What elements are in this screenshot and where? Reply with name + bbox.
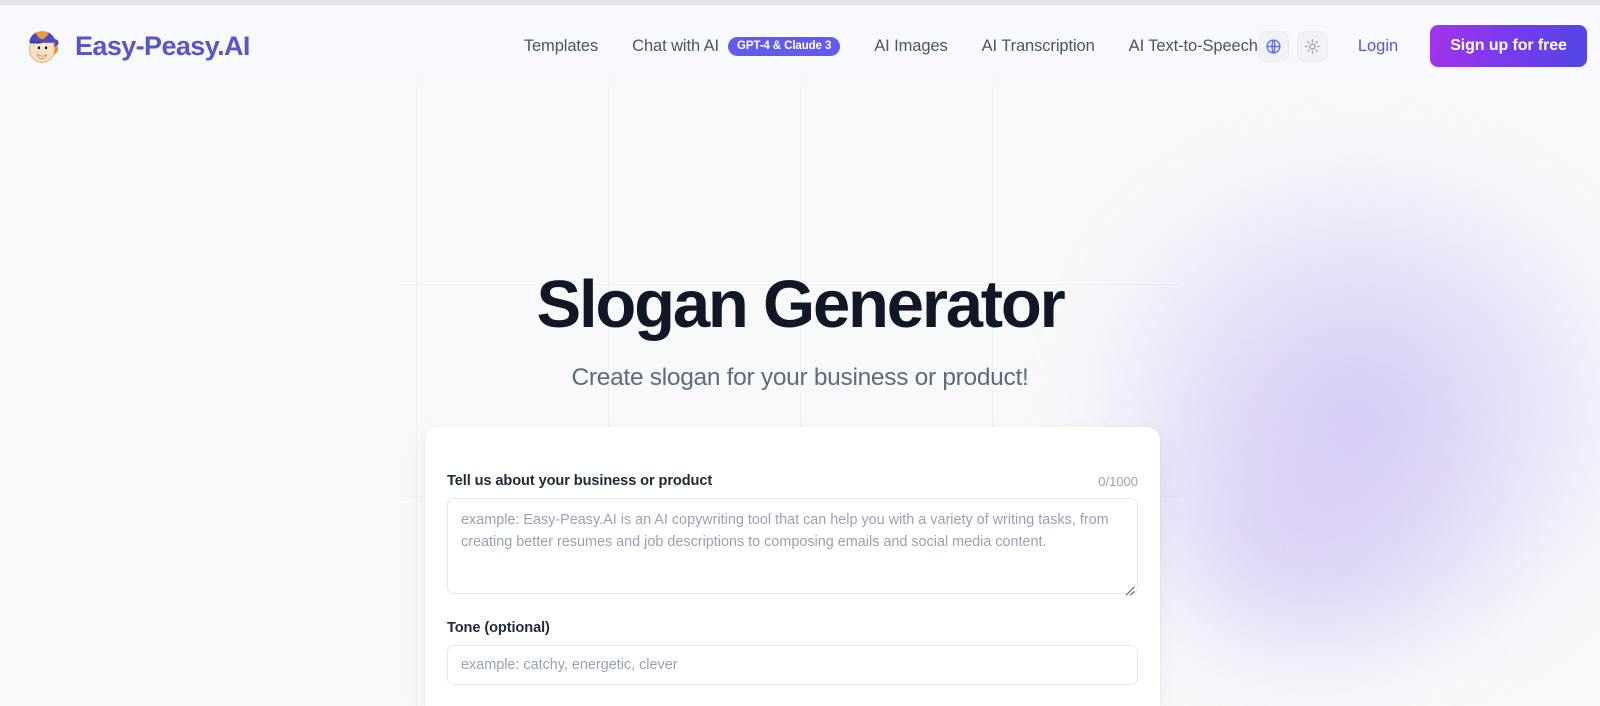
nav-item-ai-transcription[interactable]: AI Transcription — [982, 37, 1095, 56]
tone-field-block: Tone (optional) — [447, 620, 1138, 685]
hero-section: Slogan Generator Create slogan for your … — [0, 267, 1600, 392]
sun-icon — [1304, 38, 1320, 54]
header-actions: Login Sign up for free — [1257, 25, 1587, 67]
login-link[interactable]: Login — [1358, 37, 1398, 56]
nav-item-label: AI Text-to-Speech — [1128, 36, 1258, 55]
tone-field-label: Tone (optional) — [447, 620, 550, 636]
theme-toggle-button[interactable] — [1296, 30, 1328, 62]
nav-item-label: Templates — [523, 36, 599, 55]
browser-top-strip — [0, 0, 1600, 5]
boy-with-cap-avatar-icon — [28, 31, 59, 63]
language-switcher-button[interactable] — [1257, 30, 1289, 62]
nav-item-chat-with-ai[interactable]: Chat with AI GPT-4 & Claude 3 — [632, 36, 841, 56]
business-field-label: Tell us about your business or product — [447, 473, 713, 489]
brand-name: Easy-Peasy.AI — [75, 30, 250, 61]
nav-item-label: AI Transcription — [981, 36, 1095, 55]
tone-input[interactable] — [447, 645, 1138, 685]
business-field-header: Tell us about your business or product 0… — [447, 473, 1138, 489]
business-char-counter: 0/1000 — [1098, 474, 1138, 489]
page-title: Slogan Generator — [536, 267, 1066, 342]
business-description-textarea[interactable] — [447, 498, 1138, 594]
main-navigation: Templates Chat with AI GPT-4 & Claude 3 … — [524, 36, 1258, 56]
nav-item-label: AI Images — [874, 36, 948, 55]
business-textarea-wrapper — [447, 498, 1138, 599]
nav-item-ai-text-to-speech[interactable]: AI Text-to-Speech — [1129, 37, 1258, 56]
globe-icon — [1266, 38, 1281, 54]
nav-item-templates[interactable]: Templates — [524, 37, 598, 56]
page-subtitle: Create slogan for your business or produ… — [571, 364, 1029, 392]
nav-item-label: Chat with AI — [632, 36, 719, 55]
brand-logo-link[interactable]: Easy-Peasy.AI — [22, 24, 250, 68]
nav-badge-models: GPT-4 & Claude 3 — [727, 36, 841, 56]
nav-item-ai-images[interactable]: AI Images — [874, 37, 947, 56]
signup-button[interactable]: Sign up for free — [1430, 25, 1587, 67]
site-header: Easy-Peasy.AI Templates Chat with AI GPT… — [0, 5, 1600, 87]
generator-form-card: Tell us about your business or product 0… — [425, 427, 1160, 706]
